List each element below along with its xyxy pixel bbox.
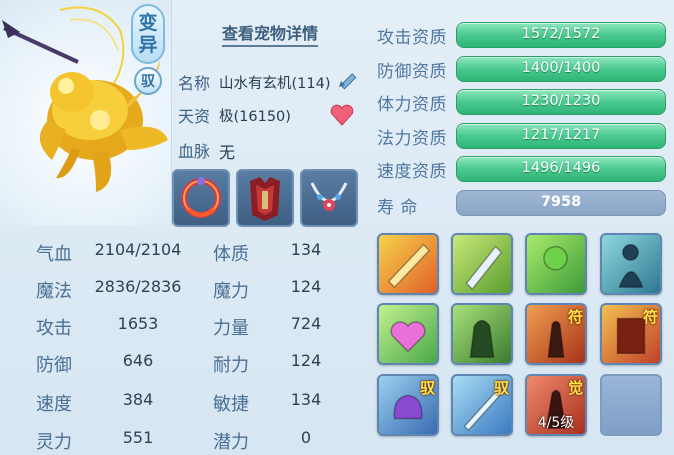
pet-name-value: 山水有玄机(114): [219, 76, 331, 92]
necklace-icon: [310, 182, 348, 211]
aptitude-label: 体力资质: [377, 95, 447, 115]
empty-skill-slot[interactable]: [600, 374, 662, 436]
sword-strike-skill-icon: [465, 245, 503, 291]
skill-slot[interactable]: 驭: [451, 374, 513, 436]
skill-slot[interactable]: [451, 303, 513, 365]
aptitude-bar: 1230/1230: [456, 89, 666, 115]
pet-portrait[interactable]: 变 异 驭: [0, 0, 172, 225]
attr-value: 384: [122, 390, 154, 409]
attr-value: 134: [290, 390, 322, 409]
aptitude-bar: 1400/1400: [456, 55, 666, 82]
skill-slot[interactable]: [451, 233, 513, 295]
aptitude-label: 法力资质: [377, 128, 447, 149]
skill-tag-badge: 符: [642, 308, 658, 326]
skill-slot[interactable]: 符: [600, 303, 662, 365]
equip-slot-collar[interactable]: [172, 169, 230, 227]
aptitude-value: 1400/1400: [521, 59, 601, 76]
aptitude-value: 极(16150): [219, 109, 291, 125]
skill-level-label: 4/5级: [537, 415, 575, 431]
attr-label: 灵力: [36, 432, 72, 453]
skill-slot[interactable]: 驭: [377, 374, 439, 436]
ghost-wind-skill-icon: [543, 245, 568, 271]
collar-ring-icon: [181, 177, 221, 218]
skill-slot[interactable]: 符: [525, 303, 587, 365]
aptitude-label: 天资: [178, 107, 211, 126]
skill-slot[interactable]: [377, 303, 439, 365]
attr-value: 124: [290, 351, 322, 370]
attr-value: 2836/2836: [94, 277, 182, 296]
attr-label: 耐力: [213, 355, 249, 376]
attr-value: 124: [290, 277, 322, 296]
tame-badge: 驭: [134, 67, 162, 95]
giant-warrior-skill-icon: [469, 319, 495, 358]
pencil-icon[interactable]: [336, 66, 360, 90]
skill-tag-badge: 符: [567, 308, 583, 326]
attr-label: 魔法: [36, 281, 72, 302]
attr-value: 646: [122, 351, 154, 370]
lifespan-value: 7958: [540, 194, 582, 210]
heart-shield-skill-icon: [390, 321, 426, 353]
attr-label: 体质: [213, 244, 249, 265]
lifespan-label: 寿 命: [377, 198, 418, 218]
attr-value: 134: [290, 240, 322, 259]
attr-label: 潜力: [213, 432, 249, 453]
attr-label: 魔力: [213, 281, 249, 302]
skill-tag-badge: 驭: [493, 379, 509, 397]
name-label: 名称: [178, 74, 211, 93]
transform-badge-char-2: 异: [138, 34, 158, 56]
aptitude-bar: 1496/1496: [456, 156, 666, 182]
attr-value: 2104/2104: [94, 240, 182, 259]
attr-label: 速度: [36, 394, 72, 415]
attr-label: 防御: [36, 355, 72, 376]
bloodline-label: 血脉: [178, 142, 211, 161]
aptitude-label: 速度资质: [377, 162, 447, 182]
aptitude-bar: 1572/1572: [456, 22, 666, 48]
aptitude-label: 防御资质: [377, 61, 447, 82]
transform-badge: 变 异: [131, 4, 165, 64]
attr-value: 551: [122, 428, 154, 447]
attr-label: 攻击: [36, 318, 72, 339]
attr-value: 724: [290, 314, 322, 333]
skill-tag-badge: 驭: [419, 379, 435, 397]
skill-tag-badge: 觉: [567, 379, 583, 397]
transform-badge-char-1: 变: [138, 12, 158, 34]
aptitude-label: 攻击资质: [377, 28, 447, 48]
attr-label: 气血: [36, 244, 72, 265]
attr-label: 力量: [213, 318, 249, 339]
lifespan-bar: 7958: [456, 190, 666, 216]
attr-value: 0: [300, 428, 312, 447]
aptitude-value: 1217/1217: [521, 126, 601, 143]
view-pet-details-link[interactable]: 查看宠物详情: [222, 20, 319, 47]
skill-slot[interactable]: [377, 233, 439, 295]
pet-info-panel: 变 异 驭 查看宠物详情 名称 山水有玄机(114) 天资 极(16150) 血…: [0, 0, 674, 455]
aptitude-bar: 1217/1217: [456, 122, 666, 149]
bloodline-value: 无: [219, 143, 236, 162]
skill-slot[interactable]: [525, 233, 587, 295]
aptitude-value: 1572/1572: [521, 26, 601, 42]
shadow-figure-skill-icon: [618, 243, 644, 288]
heart-icon[interactable]: [330, 104, 354, 126]
aptitude-value: 1230/1230: [521, 93, 601, 109]
aptitude-value: 1496/1496: [521, 160, 601, 176]
skill-slot[interactable]: [600, 233, 662, 295]
equip-slot-necklace[interactable]: [300, 169, 358, 227]
equip-slot-armor[interactable]: [236, 169, 294, 227]
attr-label: 敏捷: [213, 394, 249, 415]
attr-value: 1653: [117, 314, 159, 333]
skill-slot[interactable]: 觉 4/5级: [525, 374, 587, 436]
armor-icon: [250, 177, 280, 221]
flame-sword-skill-icon: [387, 243, 431, 289]
